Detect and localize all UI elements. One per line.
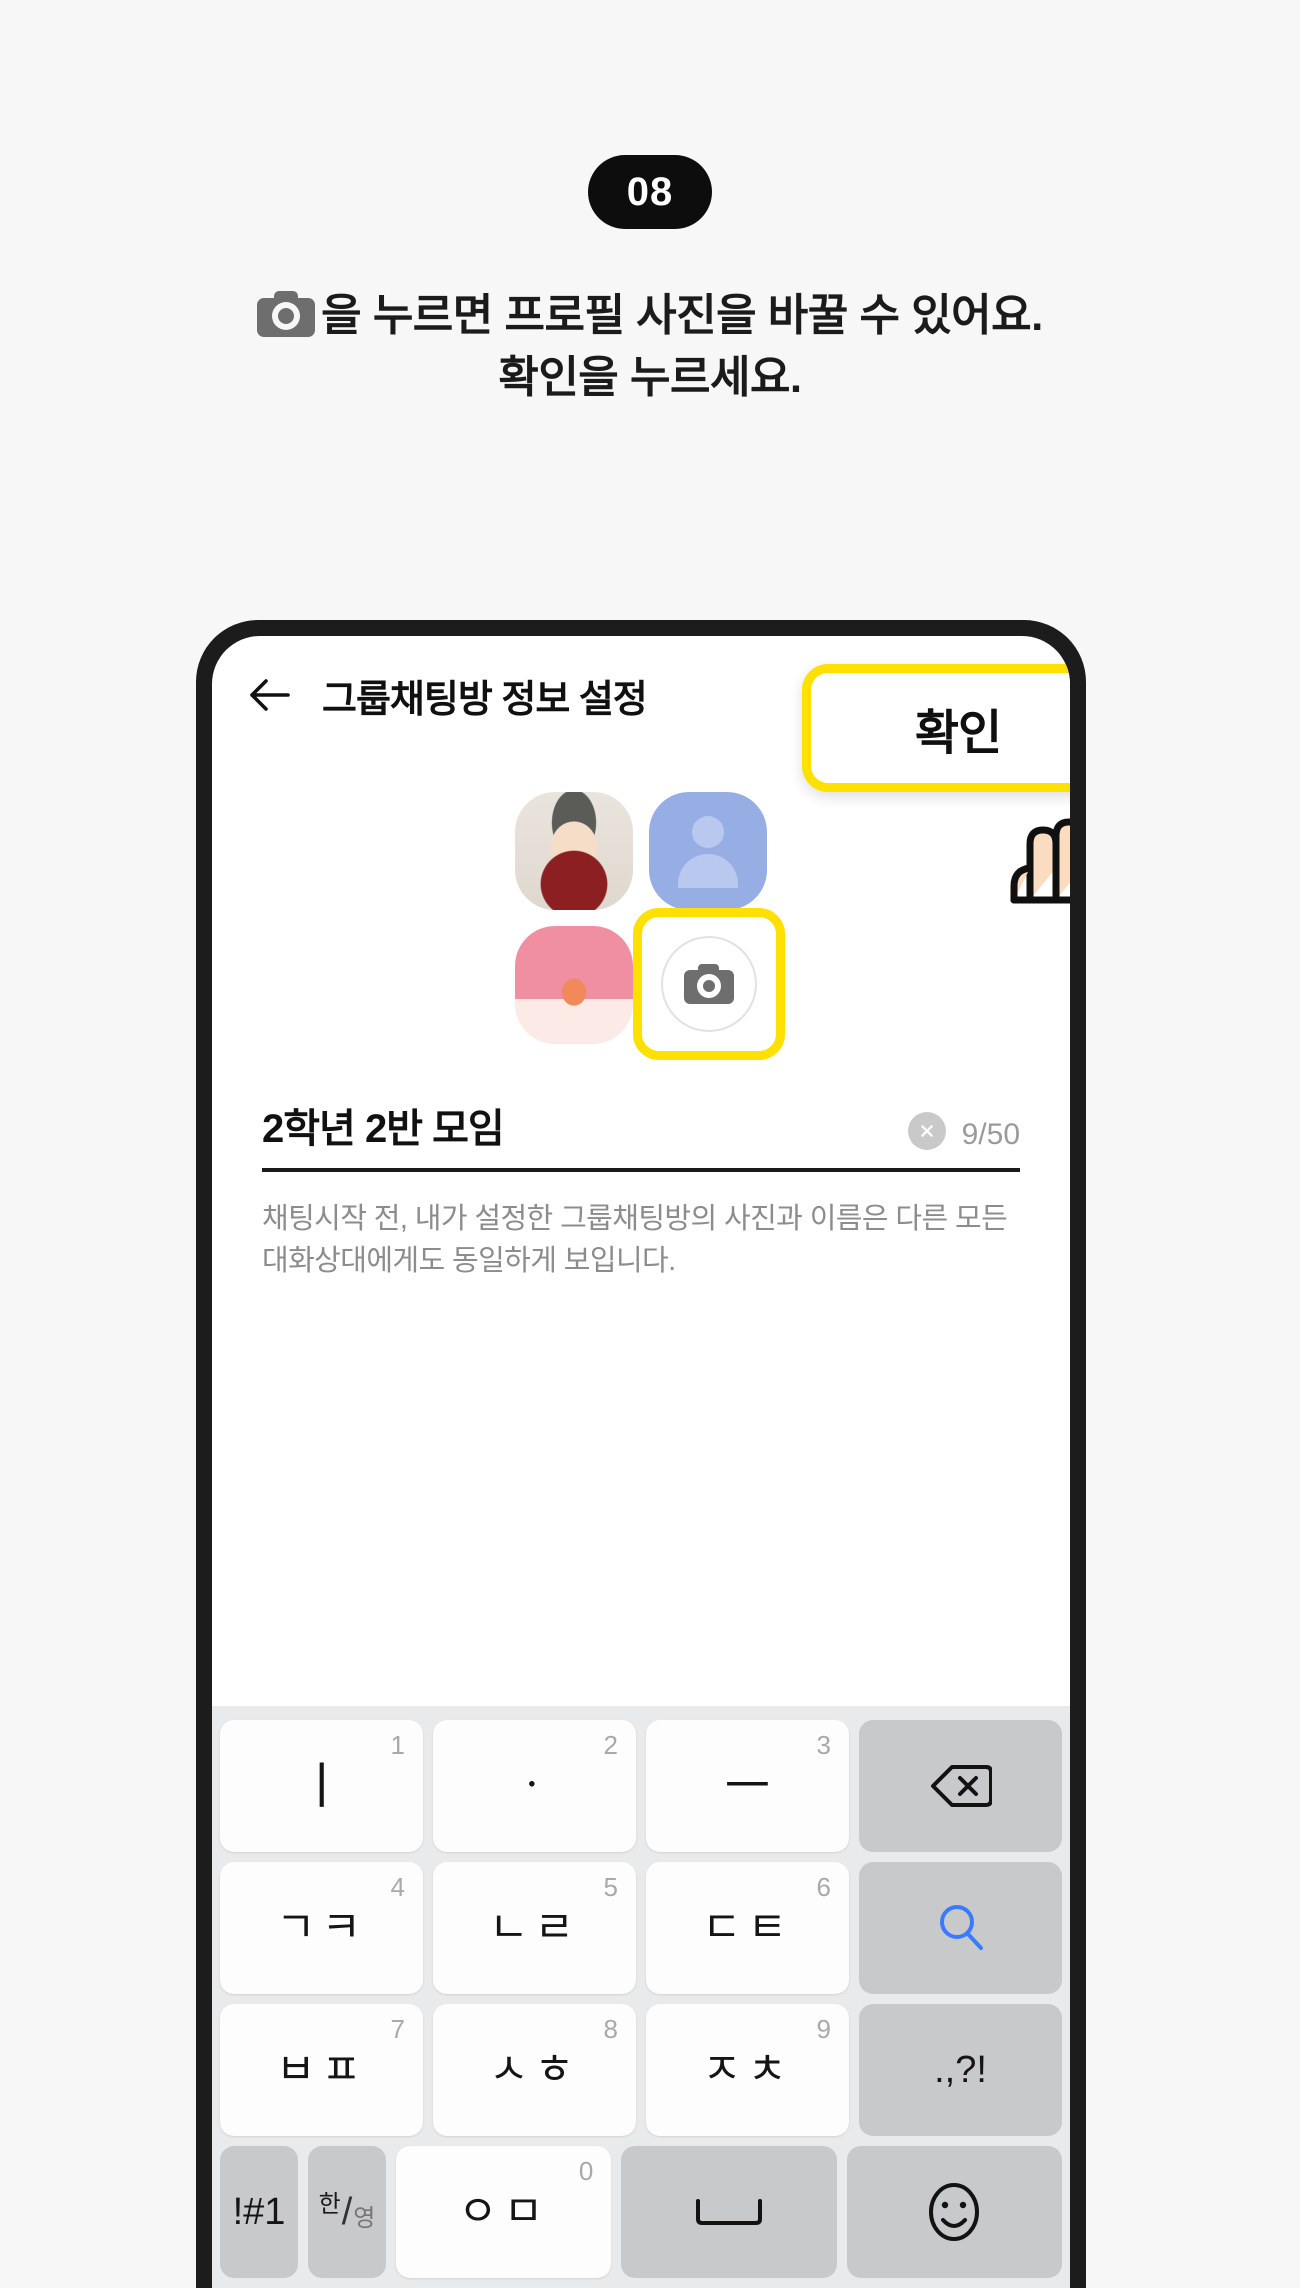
instruction-line-2: 확인을 누르세요. (498, 353, 802, 403)
eng-label: 영 (353, 2205, 376, 2232)
key-backspace[interactable] (859, 1720, 1062, 1852)
key-label: ㄴㄹ (488, 1903, 581, 1952)
key-giyeok-kieuk[interactable]: ㄱㅋ 4 (220, 1862, 423, 1994)
han-label: 한 (318, 2191, 341, 2218)
camera-icon (684, 964, 734, 1004)
key-vowel-dot[interactable]: ㆍ 2 (433, 1720, 636, 1852)
character-counter: 9/50 (961, 1118, 1020, 1151)
camera-button-ring (661, 936, 757, 1032)
key-language-toggle[interactable]: 한 / 영 (308, 2146, 386, 2278)
avatar-default-person[interactable] (649, 792, 767, 910)
key-vowel-eu[interactable]: ㅡ 3 (646, 1720, 849, 1852)
key-vowel-i[interactable]: ㅣ 1 (220, 1720, 423, 1852)
camera-icon (257, 291, 316, 337)
key-label: ㅂㅍ (275, 2045, 368, 2094)
key-number: 0 (578, 2156, 594, 2186)
key-number: 5 (603, 1872, 618, 1902)
group-name-field[interactable]: 2학년 2반 모임 9/50 (262, 1096, 1020, 1172)
key-punctuation[interactable]: .,?! (859, 2004, 1062, 2136)
avatar-child-photo[interactable] (515, 792, 633, 910)
space-icon (695, 2199, 762, 2225)
key-label: ㅇㅁ (458, 2187, 550, 2236)
key-label: ㄱㅋ (275, 1903, 368, 1952)
instruction-line-1: 을 누르면 프로필 사진을 바꿀 수 있어요. (0, 285, 1300, 347)
emoji-icon (929, 2183, 980, 2241)
instruction-line-1-text: 을 누르면 프로필 사진을 바꿀 수 있어요. (321, 291, 1043, 340)
key-number: 7 (390, 2014, 405, 2044)
key-symbols[interactable]: !#1 (220, 2146, 298, 2278)
group-name-input[interactable]: 2학년 2반 모임 (262, 1096, 908, 1154)
key-emoji[interactable] (846, 2146, 1062, 2278)
phone-frame: 그룹채팅방 정보 설정 확인 2학년 2반 모임 9/50 채팅시작 전, 내가… (196, 620, 1086, 2288)
key-number: 8 (603, 2014, 618, 2044)
helper-text: 채팅시작 전, 내가 설정한 그룹채팅방의 사진과 이름은 다른 모든 대화상대… (262, 1203, 1008, 1278)
keyboard-row: ㄱㅋ 4 ㄴㄹ 5 ㄷㅌ 6 (220, 1862, 1062, 1994)
key-number: 1 (390, 1730, 405, 1760)
key-siot-hieut[interactable]: ㅅㅎ 8 (433, 2004, 636, 2136)
key-label: 한 / 영 (318, 2191, 376, 2233)
key-search[interactable] (859, 1862, 1062, 1994)
confirm-button-label: 확인 (914, 707, 1002, 760)
page-title: 그룹채팅방 정보 설정 (322, 678, 648, 721)
key-label: ㄷㅌ (701, 1903, 794, 1952)
change-photo-camera-button[interactable] (633, 908, 785, 1060)
key-ieung-mieum[interactable]: ㅇㅁ 0 (396, 2146, 612, 2278)
key-number: 4 (390, 1872, 405, 1902)
key-label: ㅡ (724, 1758, 771, 1814)
key-label: !#1 (232, 2191, 286, 2233)
instruction-text: 을 누르면 프로필 사진을 바꿀 수 있어요. 확인을 누르세요. (0, 285, 1300, 410)
key-number: 3 (816, 1730, 831, 1760)
backspace-icon (930, 1765, 992, 1807)
key-label: .,?! (934, 2049, 987, 2091)
key-space[interactable] (621, 2146, 837, 2278)
slash-glyph: / (341, 2191, 353, 2233)
avatar-drink-photo[interactable] (515, 926, 633, 1044)
key-label: ㅅㅎ (488, 2045, 581, 2094)
key-bieup-pieup[interactable]: ㅂㅍ 7 (220, 2004, 423, 2136)
key-nieun-rieul[interactable]: ㄴㄹ 5 (433, 1862, 636, 1994)
pointer-hand-icon (1010, 818, 1070, 904)
keyboard-row: ㅂㅍ 7 ㅅㅎ 8 ㅈㅊ 9 .,?! (220, 2004, 1062, 2136)
phone-screen: 그룹채팅방 정보 설정 확인 2학년 2반 모임 9/50 채팅시작 전, 내가… (212, 636, 1070, 2288)
key-label: ㅣ (298, 1758, 345, 1814)
key-number: 6 (816, 1872, 831, 1902)
step-badge: 08 (588, 155, 712, 229)
group-avatar-grid[interactable] (515, 792, 785, 1060)
key-label: ㅈㅊ (701, 2045, 794, 2094)
key-digeut-tieut[interactable]: ㄷㅌ 6 (646, 1862, 849, 1994)
clear-x-glyph (920, 1125, 933, 1137)
key-number: 9 (816, 2014, 831, 2044)
search-icon (939, 1905, 983, 1950)
back-arrow-icon[interactable] (246, 672, 292, 718)
key-jieut-chieut[interactable]: ㅈㅊ 9 (646, 2004, 849, 2136)
clear-x-icon[interactable] (907, 1112, 946, 1150)
step-number: 08 (626, 169, 674, 214)
korean-keyboard: ㅣ 1 ㆍ 2 ㅡ 3 ㄱㅋ 4 ㄴㄹ 5 ㄷㅌ 6 ㅂㅍ 7 ㅅㅎ 8 ㅈㅊ … (212, 1706, 1070, 2288)
keyboard-row: !#1 한 / 영 ㅇㅁ 0 (220, 2146, 1062, 2278)
keyboard-row: ㅣ 1 ㆍ 2 ㅡ 3 (220, 1720, 1062, 1852)
key-number: 2 (603, 1730, 618, 1760)
key-label: ㆍ (511, 1761, 558, 1810)
